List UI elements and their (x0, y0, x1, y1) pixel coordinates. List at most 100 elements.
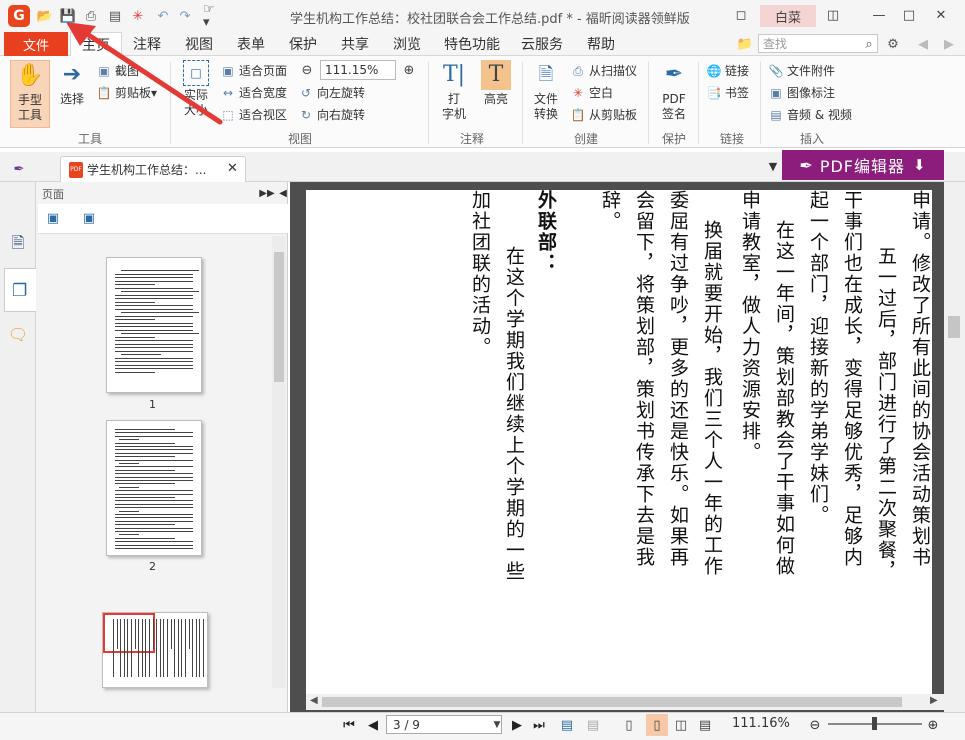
prev-arrow-icon[interactable]: ◀ (914, 35, 932, 53)
first-page-icon[interactable]: ⏮ (340, 716, 358, 734)
minimize-icon[interactable]: — (868, 5, 890, 25)
continuous-facing-icon[interactable]: ▤ (696, 716, 714, 734)
thumbnail-text-column (134, 619, 136, 649)
comments-panel-icon[interactable]: 🗨 (8, 326, 28, 344)
gear-icon[interactable]: ⚙ (884, 35, 902, 53)
zoom-in-icon[interactable]: ⊕ (400, 61, 418, 79)
convert-button[interactable]: 🗎 文件 转换 (528, 60, 564, 128)
bookmark-button[interactable]: 📑 书签 (706, 84, 750, 101)
text-column: 起一个部门，迎接新的学弟学妹们。 (807, 190, 829, 526)
last-page-icon[interactable]: ⏭ (530, 716, 548, 734)
panel-scrollbar[interactable] (272, 236, 286, 688)
zoom-select[interactable]: 111.15% (320, 60, 396, 80)
from-scanner-label: 从扫描仪 (589, 64, 638, 78)
thumbnail-text-column (203, 619, 204, 677)
page-thumbnail-1[interactable] (106, 257, 202, 393)
maximize-icon[interactable]: □ (898, 5, 920, 25)
thumbnail-text-column (113, 619, 114, 677)
tab-form[interactable]: 表单 (232, 33, 270, 55)
highlight-button[interactable]: T 高亮 (478, 60, 514, 128)
horizontal-scroll-thumb[interactable] (322, 697, 902, 707)
page-thumbnail-2[interactable] (106, 420, 202, 556)
zoom-out-thumb-icon[interactable]: ▣ (80, 209, 98, 227)
fit-page-button[interactable]: ▣ 适合页面 (220, 62, 287, 79)
next-arrow-icon[interactable]: ▶ (940, 35, 958, 53)
find-folder-icon[interactable]: 📁 (736, 35, 754, 53)
thumbnail-text-line (115, 544, 193, 546)
tab-file[interactable]: 文件 (4, 32, 68, 56)
skin-icon[interactable]: ◻ (730, 5, 752, 25)
rotate-right-button[interactable]: ↻ 向右旋转 (298, 106, 365, 123)
tab-protect[interactable]: 保护 (284, 33, 322, 55)
pdf-sign-button[interactable]: ✒ PDF 签名 (656, 60, 692, 128)
link-button[interactable]: 🌐 链接 (706, 62, 750, 79)
typewriter-button[interactable]: T| 打 字机 (436, 60, 472, 128)
thumbnail-text-line (121, 291, 199, 292)
zoom-out-icon[interactable]: ⊖ (298, 61, 316, 79)
single-page-icon[interactable]: ▯ (620, 716, 638, 734)
horizontal-scrollbar[interactable]: ◀ ▶ (306, 694, 944, 710)
close-tab-icon[interactable]: ✕ (227, 161, 238, 176)
page-thumbnail-3[interactable] (102, 612, 208, 688)
tab-help[interactable]: 帮助 (582, 33, 620, 55)
ribbon-separator (698, 62, 699, 144)
fit-width-button[interactable]: ↔ 适合宽度 (220, 84, 287, 101)
prev-page-icon[interactable]: ◀ (364, 716, 382, 734)
tab-cloud[interactable]: 云服务 (516, 33, 568, 55)
vertical-scrollbar[interactable] (944, 182, 965, 712)
paperclip-icon: 📎 (768, 63, 784, 78)
text-column: 申请。修改了所有此间的协会活动策划书 (909, 190, 931, 568)
thumbnail-text-column (185, 619, 186, 677)
thumbnail-text-line (115, 520, 193, 522)
tab-features[interactable]: 特色功能 (440, 33, 504, 55)
restore-ribbon-icon[interactable]: ◫ (822, 5, 844, 25)
bookmark-panel-icon[interactable]: 🗎 (9, 234, 27, 252)
page-number-input[interactable]: 3 / 9 (386, 715, 502, 734)
thumbnail-text-line (115, 284, 155, 285)
rotate-left-button[interactable]: ↺ 向左旋转 (298, 84, 365, 101)
audio-video-button[interactable]: ▤ 音频 & 视频 (768, 106, 852, 123)
app-logo-icon[interactable]: G (8, 5, 30, 27)
current-view-frame[interactable] (103, 613, 155, 653)
scroll-left-arrow-icon[interactable]: ◀ (310, 695, 318, 706)
user-button[interactable]: 白菜 (760, 5, 816, 27)
thumbnail-text-column (127, 619, 129, 677)
tab-browse[interactable]: 浏览 (388, 33, 426, 55)
thumbnail-text-line (115, 326, 193, 327)
zoom-out-status-icon[interactable]: ⊖ (806, 716, 824, 734)
thumbnail-text-column (159, 619, 161, 677)
next-view-icon[interactable]: ▤ (584, 716, 602, 734)
zoom-slider-handle[interactable] (872, 717, 877, 730)
from-clipboard-button[interactable]: 📋 从剪贴板 (570, 106, 638, 123)
zoom-in-thumb-icon[interactable]: ▣ (44, 209, 62, 227)
thumbnail-text-line (115, 336, 155, 338)
foxit-pen-icon[interactable]: ✒ (10, 160, 28, 178)
tab-list-dropdown-icon[interactable]: ▼ (764, 157, 782, 175)
thumbnail-text-line (119, 486, 139, 488)
fit-visible-button[interactable]: ⬚ 适合视区 (220, 106, 287, 123)
thumbnail-text-line (115, 371, 155, 373)
document-tab[interactable]: PDF 学生机构工作总结：... ✕ (60, 156, 246, 182)
page-dropdown-icon[interactable]: ▼ (488, 716, 506, 734)
close-icon[interactable]: ✕ (930, 5, 952, 25)
panel-scroll-thumb[interactable] (274, 252, 284, 382)
facing-page-icon[interactable]: ◫ (672, 716, 690, 734)
previous-view-icon[interactable]: ▤ (558, 716, 576, 734)
from-scanner-button[interactable]: ⎙ 从扫描仪 (570, 62, 637, 79)
tab-share[interactable]: 共享 (336, 33, 374, 55)
pdf-editor-button[interactable]: ✒ PDF编辑器 ⬇ (782, 150, 944, 180)
text-column: 五一过后，部门进行了第二次聚餐， (875, 246, 897, 582)
blank-button[interactable]: ✳ 空白 (570, 84, 613, 101)
hand-tool-button[interactable]: ✋ 手型 工具 (10, 60, 50, 128)
next-page-icon[interactable]: ▶ (508, 716, 526, 734)
ribbon-separator (522, 62, 523, 144)
open-folder-icon[interactable]: 📂 (36, 7, 54, 25)
attachment-button[interactable]: 📎 文件附件 (768, 62, 836, 79)
search-icon[interactable]: ⌕ (860, 35, 878, 53)
pages-panel-tab[interactable]: ❐ (4, 268, 37, 312)
vertical-scroll-thumb[interactable] (948, 316, 960, 338)
image-annotation-button[interactable]: ▣ 图像标注 (768, 84, 835, 101)
scroll-right-arrow-icon[interactable]: ▶ (930, 695, 938, 706)
zoom-in-status-icon[interactable]: ⊕ (924, 716, 942, 734)
continuous-page-icon[interactable]: ▯ (646, 714, 668, 736)
